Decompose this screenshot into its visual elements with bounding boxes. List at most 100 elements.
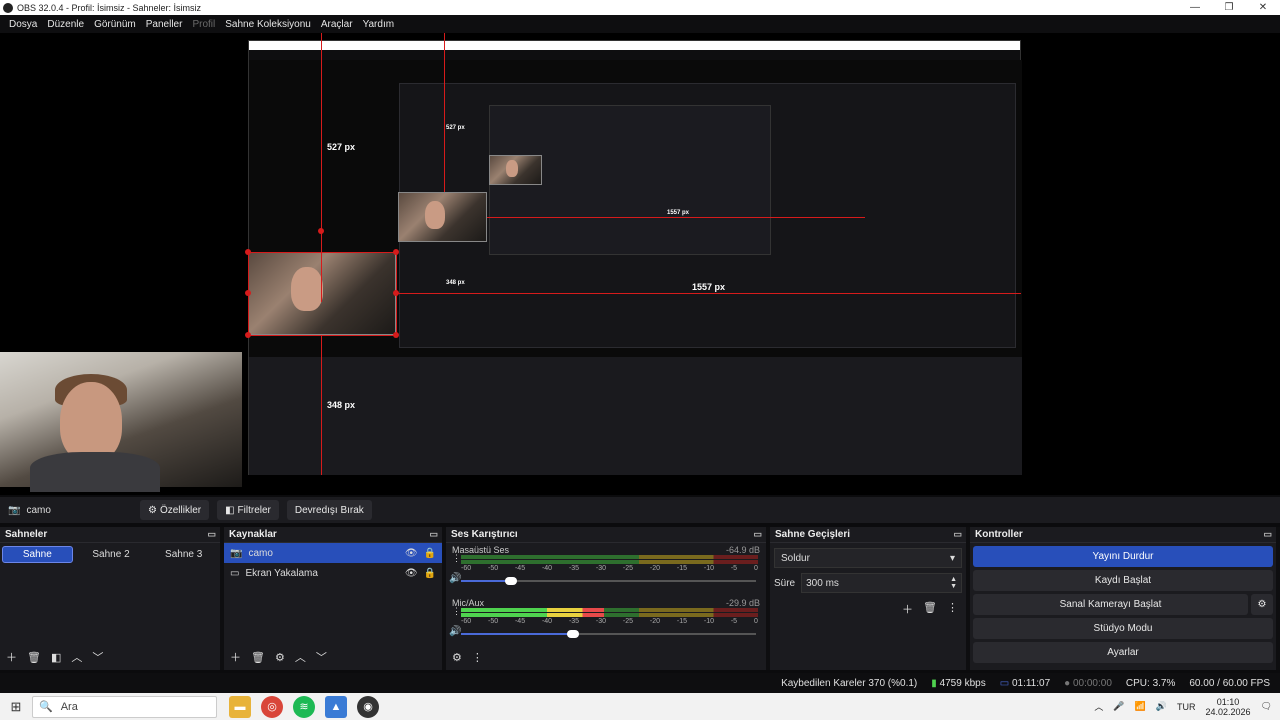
lock-icon[interactable]: 🔒 (424, 548, 436, 559)
dock-float-icon[interactable]: ▭ (429, 529, 438, 540)
add-scene-icon[interactable]: ＋ (6, 649, 17, 665)
dock-float-icon[interactable]: ▭ (953, 529, 962, 540)
notification-icon[interactable]: 🗨 (1261, 701, 1272, 712)
settings-button[interactable]: Ayarlar (973, 642, 1273, 663)
channel-menu-icon[interactable]: ⋮ (452, 553, 461, 564)
dock-float-icon[interactable]: ▭ (207, 529, 216, 540)
meter-ticks: -60 -50 -45 -40 -35 -30 -25 -20 -15 -10 -5 0 (461, 618, 758, 625)
menu-tools[interactable]: Araçlar (316, 19, 358, 30)
guide-line-right (396, 293, 1021, 294)
remove-scene-icon[interactable]: 🗑 (27, 651, 41, 664)
volume-slider[interactable] (461, 630, 756, 638)
channel-menu-icon[interactable]: ⋮ (452, 606, 461, 617)
scene-item-sahne[interactable]: Sahne (2, 546, 73, 563)
move-up-icon[interactable]: ︿ (71, 649, 82, 665)
transform-handle-left[interactable] (245, 290, 251, 296)
menu-file[interactable]: Dosya (4, 19, 42, 30)
start-recording-button[interactable]: Kaydı Başlat (973, 570, 1273, 591)
source-item-camo[interactable]: 📷 camo 👁 🔒 (224, 543, 442, 563)
file-explorer-icon[interactable]: ▬ (229, 695, 251, 718)
transform-handle-corner-br[interactable] (393, 332, 399, 338)
source-properties-icon[interactable]: ⚙ (275, 651, 285, 664)
visibility-eye-icon[interactable]: 👁 (405, 548, 418, 559)
transform-handle-right[interactable] (393, 290, 399, 296)
remove-source-icon[interactable]: 🗑 (251, 651, 265, 664)
record-time: ● 00:00:00 (1064, 677, 1112, 689)
volume-slider[interactable] (461, 577, 756, 585)
meter-tick-label: -35 (568, 618, 580, 625)
taskbar-clock[interactable]: 01:10 24.02.2026 (1206, 697, 1251, 717)
scene-item-sahne-3[interactable]: Sahne 3 (149, 546, 218, 563)
spin-arrows-icon[interactable]: ▲ ▼ (950, 576, 957, 590)
meter-tick-label: -10 (703, 565, 714, 572)
camera-source-frame[interactable] (248, 252, 396, 335)
chevron-up-icon[interactable]: ︿ (1094, 700, 1103, 713)
transition-select[interactable]: Soldur ▾ (774, 548, 962, 568)
menu-view[interactable]: Görünüm (89, 19, 141, 30)
virtual-camera-settings-button[interactable]: ⚙ (1251, 594, 1273, 615)
disable-source-button[interactable]: Devredışı Bırak (286, 500, 372, 520)
stop-stream-button[interactable]: Yayını Durdur (973, 546, 1273, 567)
audio-meter (461, 608, 758, 612)
meter-tick-label: -35 (568, 565, 580, 572)
transition-menu-icon[interactable]: ⋮ (947, 601, 958, 617)
lock-icon[interactable]: 🔒 (424, 568, 436, 579)
meter-tick-label: -5 (730, 618, 738, 625)
filters-button[interactable]: ◧ Filtreler (217, 500, 279, 520)
meter-tick-label: -30 (595, 618, 607, 625)
source-item-ekran-yakalama[interactable]: ▭ Ekran Yakalama 👁 🔒 (224, 563, 442, 583)
properties-button[interactable]: ⚙ Özellikler (140, 500, 210, 520)
scene-filters-icon[interactable]: ◧ (51, 651, 61, 664)
sources-title: Kaynaklar (229, 529, 277, 540)
meter-tick-label: -20 (649, 618, 661, 625)
obs-taskbar-icon[interactable]: ◉ (357, 695, 379, 718)
meter-tick-label: -10 (703, 618, 714, 625)
start-virtual-camera-button[interactable]: Sanal Kamerayı Başlat (973, 594, 1248, 615)
filter-icon: ◧ (225, 504, 235, 516)
scene-item-sahne-2[interactable]: Sahne 2 (77, 546, 146, 563)
microphone-icon[interactable]: 🎤 (1113, 701, 1124, 712)
selection-bottom-edge (248, 335, 396, 336)
restore-button[interactable]: ❐ (1212, 2, 1246, 13)
speaker-icon[interactable]: 🔊 (449, 626, 461, 637)
transform-handle-corner-tl[interactable] (245, 249, 251, 255)
chrome-icon[interactable]: ◎ (261, 695, 283, 718)
add-source-icon[interactable]: ＋ (230, 649, 241, 665)
app-icon[interactable]: ▲ (325, 695, 347, 718)
add-transition-icon[interactable]: ＋ (902, 601, 913, 617)
mixer-menu-icon[interactable]: ⋮ (472, 651, 483, 664)
dock-float-icon[interactable]: ▭ (1263, 529, 1272, 540)
dock-float-icon[interactable]: ▭ (753, 529, 762, 540)
move-up-icon[interactable]: ︿ (295, 649, 306, 665)
speaker-icon[interactable]: 🔊 (449, 573, 461, 584)
menu-scene-collection[interactable]: Sahne Koleksiyonu (220, 19, 316, 30)
duration-input[interactable]: 300 ms ▲ ▼ (801, 573, 962, 593)
remove-transition-icon[interactable]: 🗑 (923, 601, 937, 617)
keyboard-language[interactable]: TUR (1177, 702, 1196, 712)
advanced-audio-icon[interactable]: ⚙ (452, 651, 462, 664)
menu-help[interactable]: Yardım (358, 19, 400, 30)
move-down-icon[interactable]: ﹀ (92, 649, 103, 665)
menu-edit[interactable]: Düzenle (42, 19, 89, 30)
wifi-icon[interactable]: 📶 (1135, 701, 1146, 712)
taskbar-search[interactable]: 🔍 Ara (32, 695, 217, 718)
close-button[interactable]: ✕ (1246, 2, 1280, 13)
meter-tick-label: -20 (649, 565, 661, 572)
visibility-eye-icon[interactable]: 👁 (405, 568, 418, 579)
minimize-button[interactable]: — (1178, 2, 1212, 13)
volume-icon[interactable]: 🔊 (1156, 701, 1167, 712)
windows-start-icon[interactable]: ⊞ (0, 699, 32, 715)
menu-docks[interactable]: Paneller (141, 19, 188, 30)
studio-mode-button[interactable]: Stüdyo Modu (973, 618, 1273, 639)
move-down-icon[interactable]: ﹀ (316, 649, 327, 665)
meter-tick-label: -40 (541, 565, 553, 572)
monitor-icon: ▭ (230, 567, 240, 579)
spotify-icon[interactable]: ≋ (293, 695, 315, 718)
transform-handle-top[interactable] (318, 228, 324, 234)
transform-handle-corner-bl[interactable] (245, 332, 251, 338)
guide-line-top (321, 33, 322, 302)
meter-tick-label: -45 (514, 618, 526, 625)
transform-handle-corner-tr[interactable] (393, 249, 399, 255)
dock-area: Sahneler ▭ Sahne Sahne 2 Sahne 3 ＋ 🗑 ◧ ︿… (0, 527, 1280, 670)
mixer-channel-mic: Mic/Aux -29.9 dB ⋮ -60 -50 -45 -40 -35 -30 -25… (446, 596, 766, 649)
